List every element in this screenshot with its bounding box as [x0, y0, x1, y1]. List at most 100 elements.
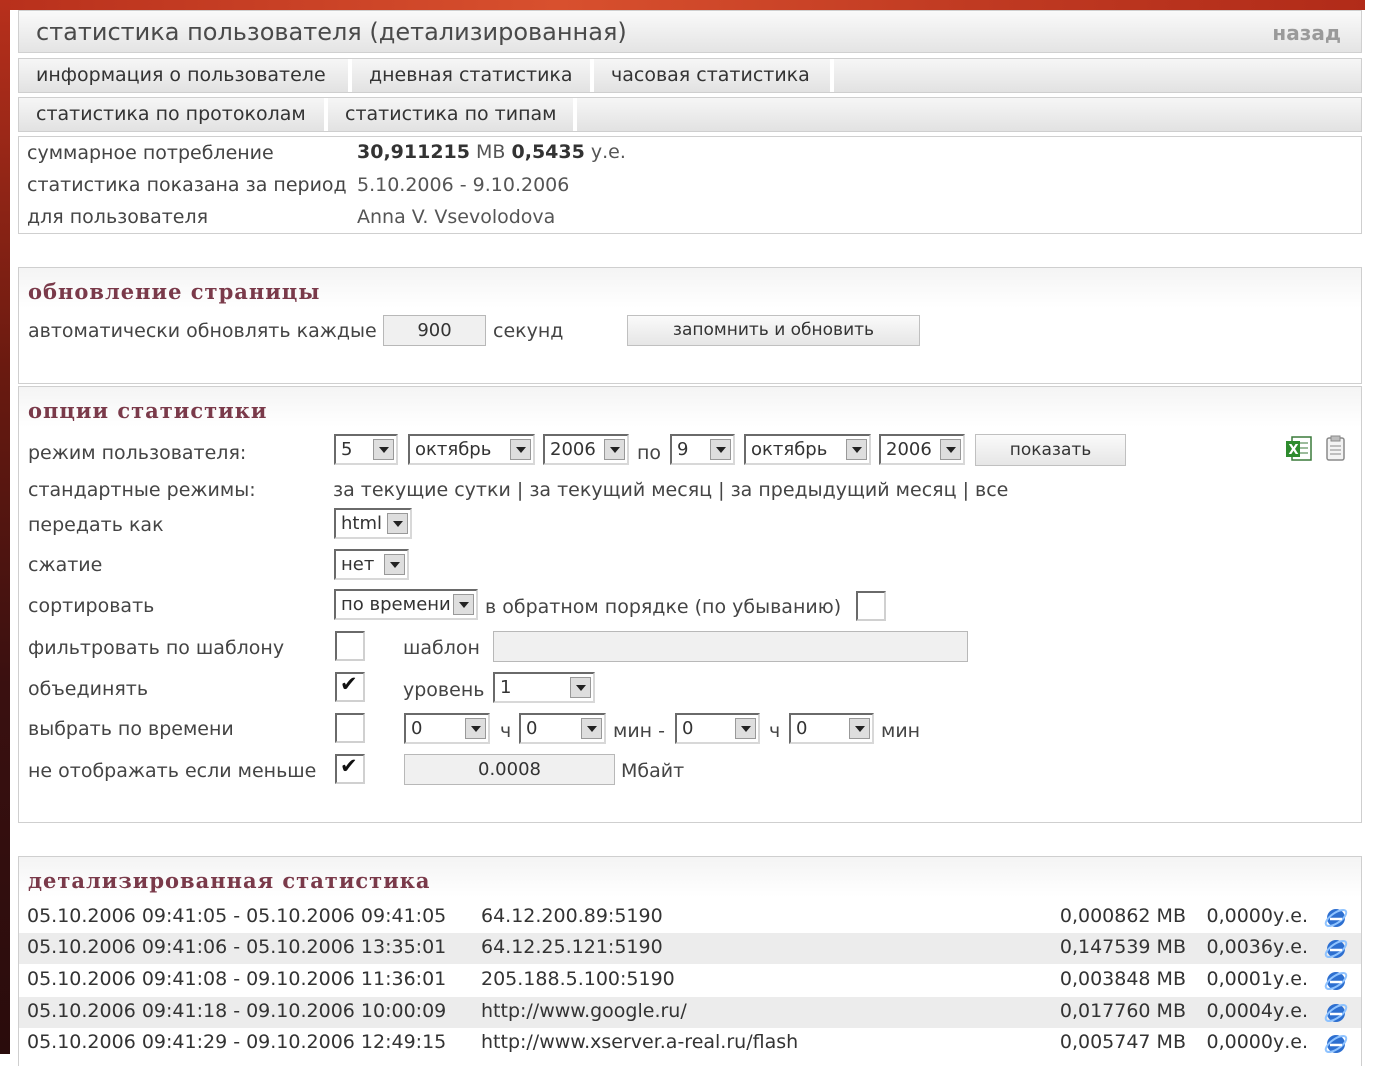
tab-user-info[interactable]: информация о пользователе: [19, 59, 352, 92]
options-title: опции статистики: [28, 398, 268, 423]
chevron-down-icon: [570, 677, 591, 698]
compress-select[interactable]: нет: [334, 549, 409, 580]
ie-globe-icon[interactable]: [1323, 906, 1349, 930]
chevron-down-icon: [710, 439, 731, 460]
chevron-down-icon: [846, 439, 867, 460]
consumption-value: 30,911215 MB 0,5435 у.е.: [357, 141, 626, 163]
time-to-hour-select[interactable]: 0: [675, 713, 760, 744]
user-mode-label: режим пользователя:: [28, 442, 247, 464]
save-refresh-button[interactable]: запомнить и обновить: [627, 315, 920, 346]
from-year-select[interactable]: 2006: [543, 434, 629, 465]
svg-text:X: X: [1289, 443, 1299, 458]
chevron-down-icon: [387, 513, 408, 534]
min-dash-label: мин -: [613, 720, 665, 742]
to-year-select[interactable]: 2006: [879, 434, 965, 465]
merge-label: объединять: [28, 678, 149, 700]
background-frame-top: [0, 0, 1393, 10]
consumption-label: суммарное потребление: [27, 142, 274, 164]
ie-globe-icon[interactable]: [1323, 1001, 1349, 1025]
show-button[interactable]: показать: [975, 434, 1126, 466]
clipboard-export-icon[interactable]: [1325, 435, 1347, 463]
user-label: для пользователя: [27, 206, 209, 228]
tab-protocol-stats[interactable]: статистика по протоколам: [19, 98, 328, 131]
refresh-title: обновление страницы: [28, 279, 321, 304]
background-frame-right: [1365, 0, 1393, 1054]
hide-less-label: не отображать если меньше: [28, 760, 317, 782]
time-checkbox[interactable]: [335, 713, 365, 743]
std-mode-prev-month-link[interactable]: за предыдущий месяц: [731, 479, 957, 501]
time-to-minute-select[interactable]: 0: [789, 713, 874, 744]
refresh-panel: обновление страницы автоматически обновл…: [18, 267, 1362, 384]
options-panel: опции статистики режим пользователя: 5 о…: [18, 386, 1362, 823]
sort-select[interactable]: по времени: [334, 589, 478, 620]
std-modes-label: стандартные режимы:: [28, 479, 256, 501]
chevron-down-icon: [940, 439, 961, 460]
from-month-select[interactable]: октябрь: [408, 434, 535, 465]
table-row[interactable]: 05.10.2006 09:41:29 - 09.10.2006 12:49:1…: [19, 1028, 1361, 1059]
period-label: статистика показана за период: [27, 174, 347, 196]
ie-globe-icon[interactable]: [1323, 1032, 1349, 1056]
back-link[interactable]: назад: [1272, 21, 1341, 45]
from-day-select[interactable]: 5: [334, 434, 398, 465]
chevron-down-icon: [849, 718, 870, 739]
hour-label-2: ч: [769, 720, 781, 742]
page-header: статистика пользователя (детализированна…: [18, 10, 1362, 53]
mbyte-label: Мбайт: [621, 760, 685, 782]
table-row[interactable]: 05.10.2006 09:41:18 - 09.10.2006 10:00:0…: [19, 997, 1361, 1028]
send-as-select[interactable]: html: [334, 508, 412, 539]
period-value: 5.10.2006 - 9.10.2006: [357, 174, 570, 196]
chevron-down-icon: [604, 439, 625, 460]
ie-globe-icon[interactable]: [1323, 969, 1349, 993]
chevron-down-icon: [465, 718, 486, 739]
sort-label: сортировать: [28, 595, 155, 617]
chevron-down-icon: [453, 594, 474, 615]
time-from-hour-select[interactable]: 0: [404, 713, 490, 744]
chevron-down-icon: [510, 439, 531, 460]
chevron-down-icon: [373, 439, 394, 460]
time-label: выбрать по времени: [28, 718, 234, 740]
chevron-down-icon: [581, 718, 602, 739]
tab-type-stats[interactable]: статистика по типам: [328, 98, 577, 131]
user-value: Anna V. Vsevolodova: [357, 206, 556, 228]
std-mode-month-link[interactable]: за текущий месяц: [529, 479, 712, 501]
chevron-down-icon: [735, 718, 756, 739]
refresh-interval-input[interactable]: 900: [383, 315, 486, 346]
std-mode-today-link[interactable]: за текущие сутки: [333, 479, 511, 501]
level-label: уровень: [403, 679, 485, 701]
compress-label: сжатие: [28, 554, 103, 576]
checkmark-icon: ✔: [340, 754, 358, 778]
checkmark-icon: ✔: [340, 672, 358, 696]
std-mode-all-link[interactable]: все: [975, 479, 1008, 501]
table-row[interactable]: 05.10.2006 09:41:06 - 05.10.2006 13:35:0…: [19, 933, 1361, 964]
to-month-select[interactable]: октябрь: [744, 434, 871, 465]
table-row[interactable]: 05.10.2006 09:41:05 - 05.10.2006 09:41:0…: [19, 902, 1361, 933]
refresh-unit: секунд: [493, 320, 564, 342]
merge-checkbox[interactable]: ✔: [335, 672, 365, 702]
to-label: по: [637, 442, 662, 464]
send-as-label: передать как: [28, 514, 164, 536]
page-title: статистика пользователя (детализированна…: [36, 18, 627, 46]
filter-checkbox[interactable]: [335, 631, 365, 661]
hour-label: ч: [500, 720, 512, 742]
pattern-input[interactable]: [493, 631, 968, 662]
reverse-label: в обратном порядке (по убыванию): [485, 596, 842, 618]
background-frame-left: [0, 0, 10, 1054]
std-modes-links: за текущие сутки | за текущий месяц | за…: [333, 479, 1009, 501]
time-from-minute-select[interactable]: 0: [519, 713, 606, 744]
hide-less-checkbox[interactable]: ✔: [335, 754, 365, 784]
tab-row-2: статистика по протоколам статистика по т…: [18, 97, 1362, 132]
detail-title: детализированная статистика: [28, 868, 431, 893]
detail-panel: детализированная статистика 05.10.2006 0…: [18, 856, 1362, 1066]
chevron-down-icon: [384, 554, 405, 575]
reverse-checkbox[interactable]: [856, 591, 886, 621]
ie-globe-icon[interactable]: [1323, 937, 1349, 961]
hide-less-input[interactable]: 0.0008: [404, 754, 615, 785]
level-select[interactable]: 1: [493, 672, 595, 703]
filter-label: фильтровать по шаблону: [28, 637, 285, 659]
min-label: мин: [881, 720, 921, 742]
excel-export-icon[interactable]: X: [1285, 435, 1315, 463]
tab-hourly-stats[interactable]: часовая статистика: [594, 59, 834, 92]
tab-daily-stats[interactable]: дневная статистика: [352, 59, 594, 92]
table-row[interactable]: 05.10.2006 09:41:08 - 09.10.2006 11:36:0…: [19, 965, 1361, 996]
to-day-select[interactable]: 9: [670, 434, 735, 465]
